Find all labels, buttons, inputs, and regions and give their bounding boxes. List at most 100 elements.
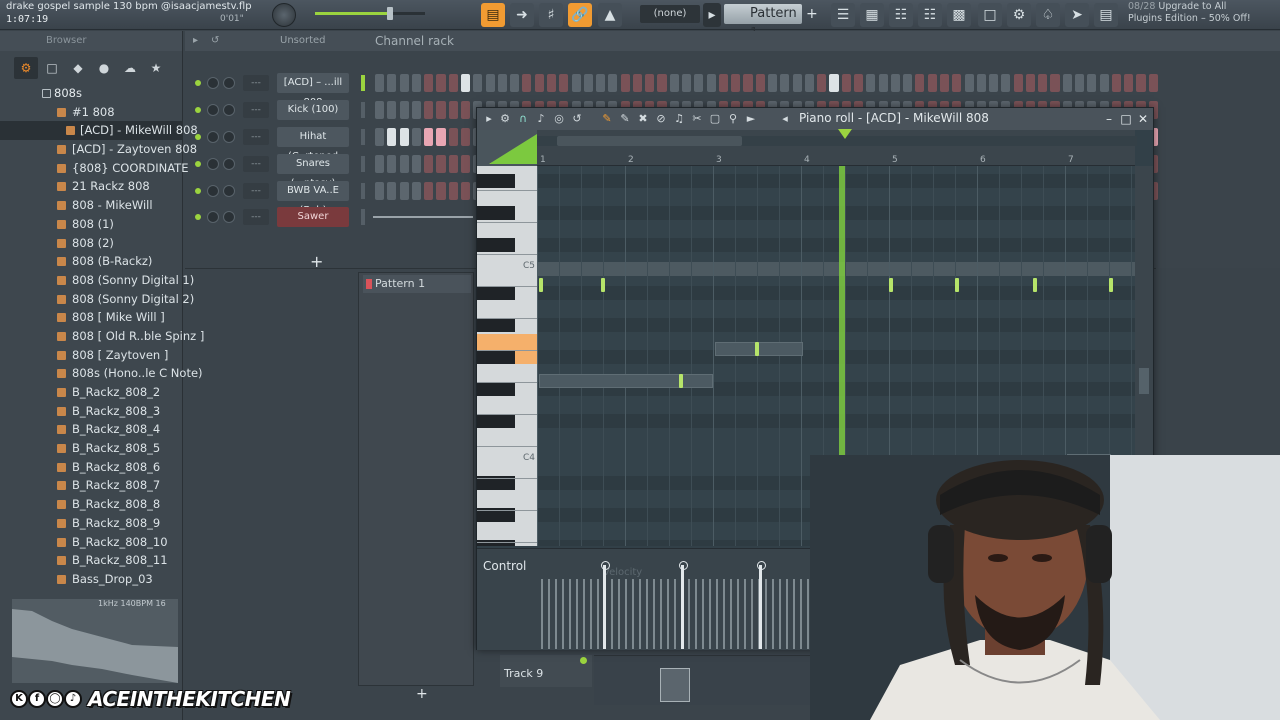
note-marker[interactable] <box>679 374 683 388</box>
step-button[interactable] <box>878 74 888 92</box>
step-button[interactable] <box>768 74 778 92</box>
browser-file[interactable]: Bass_Drop_03 <box>0 570 183 589</box>
step-button[interactable] <box>448 128 458 146</box>
piano-keyboard[interactable]: C5 C4 <box>477 166 537 546</box>
browser-cloud-icon[interactable]: ☁ <box>118 57 142 79</box>
velocity-bar[interactable] <box>541 579 543 649</box>
step-button[interactable] <box>1136 74 1146 92</box>
step-button[interactable] <box>534 74 544 92</box>
channel-select-indicator[interactable] <box>361 129 365 145</box>
velocity-bar[interactable] <box>660 579 662 649</box>
channel-name-button[interactable]: [ACD] – ...ill 808 <box>277 73 349 108</box>
step-button[interactable] <box>657 74 667 92</box>
browser-file[interactable]: B_Rackz_808_8 <box>0 495 183 514</box>
step-button[interactable] <box>375 74 385 92</box>
playhead-marker[interactable] <box>838 129 852 139</box>
note-marker[interactable] <box>889 278 893 292</box>
step-button[interactable] <box>399 155 409 173</box>
step-button[interactable] <box>915 74 925 92</box>
step-button[interactable] <box>522 74 532 92</box>
step-button[interactable] <box>1013 74 1023 92</box>
step-button[interactable] <box>927 74 937 92</box>
zoom-icon[interactable]: ⚲ <box>725 111 741 127</box>
step-button[interactable] <box>964 74 974 92</box>
velocity-bar[interactable] <box>562 579 564 649</box>
channel-select-indicator[interactable] <box>361 183 365 199</box>
step-button[interactable] <box>620 74 630 92</box>
channel-select-indicator[interactable] <box>361 75 365 91</box>
browser-file[interactable]: 808 [ Mike Will ] <box>0 308 183 327</box>
channel-mixer-track[interactable]: --- <box>243 183 269 199</box>
tuning-icon[interactable]: ♤ <box>1036 3 1060 27</box>
velocity-bar[interactable] <box>653 579 655 649</box>
channel-volume-knob[interactable] <box>223 185 235 197</box>
master-volume-knob[interactable] <box>272 3 296 27</box>
playlist-icon[interactable]: ☰ <box>831 3 855 27</box>
velocity-bar[interactable] <box>793 579 795 649</box>
velocity-bar[interactable] <box>772 579 774 649</box>
velocity-bar[interactable] <box>695 579 697 649</box>
step-button[interactable] <box>424 155 434 173</box>
channel-mute-led[interactable] <box>195 161 201 167</box>
step-button[interactable] <box>853 74 864 92</box>
step-button[interactable] <box>817 74 827 92</box>
step-button[interactable] <box>571 74 581 92</box>
velocity-handle[interactable] <box>601 561 610 649</box>
channel-volume-knob[interactable] <box>223 131 235 143</box>
record-icon[interactable]: ◎ <box>551 111 567 127</box>
step-button[interactable] <box>1038 74 1048 92</box>
step-button[interactable] <box>473 74 483 92</box>
step-button[interactable] <box>596 74 606 92</box>
channel-mute-led[interactable] <box>195 214 201 220</box>
step-button[interactable] <box>460 101 471 119</box>
browser-file[interactable]: B_Rackz_808_9 <box>0 514 183 533</box>
channel-volume-knob[interactable] <box>223 211 235 223</box>
black-key[interactable] <box>477 414 515 428</box>
close-icon[interactable]: ✕ <box>1135 110 1151 128</box>
browser-file[interactable]: 808 (B-Rackz) <box>0 252 183 271</box>
step-button[interactable] <box>583 74 593 92</box>
step-button[interactable] <box>448 182 458 200</box>
channel-volume-knob[interactable] <box>223 104 235 116</box>
speaker-icon[interactable]: ♫ <box>671 111 687 127</box>
step-button[interactable] <box>460 155 471 173</box>
step-button[interactable] <box>375 128 385 146</box>
velocity-bar[interactable] <box>730 579 732 649</box>
note-marker[interactable] <box>755 342 759 356</box>
step-button[interactable] <box>424 128 434 146</box>
note-icon[interactable]: ♪ <box>533 111 549 127</box>
step-button[interactable] <box>399 182 409 200</box>
step-button[interactable] <box>792 74 802 92</box>
shop-icon[interactable]: ▤ <box>1094 3 1118 27</box>
magnet-icon[interactable]: ∩ <box>515 111 531 127</box>
channel-volume-knob[interactable] <box>223 77 235 89</box>
step-button[interactable] <box>399 128 409 146</box>
step-button[interactable] <box>424 101 434 119</box>
browser-all-icon[interactable]: ⚙ <box>14 57 38 79</box>
note-marker[interactable] <box>955 278 959 292</box>
black-key[interactable] <box>477 318 515 332</box>
velocity-bar[interactable] <box>597 579 599 649</box>
channel-rack-icon[interactable]: ☷ <box>889 3 913 27</box>
rack-filter[interactable]: Unsorted <box>280 31 326 51</box>
step-button[interactable] <box>375 155 385 173</box>
channel-pan-knob[interactable] <box>207 185 219 197</box>
step-button[interactable] <box>989 74 999 92</box>
step-button[interactable] <box>448 155 458 173</box>
step-button[interactable] <box>682 74 692 92</box>
channel-pan-knob[interactable] <box>207 211 219 223</box>
step-button[interactable] <box>866 74 876 92</box>
step-button[interactable] <box>424 182 434 200</box>
velocity-bar[interactable] <box>632 579 634 649</box>
step-button[interactable] <box>387 155 397 173</box>
velocity-bar[interactable] <box>744 579 746 649</box>
step-button[interactable] <box>460 128 471 146</box>
piano-roll-timeline[interactable]: 1 2 3 4 5 6 7 <box>537 130 1137 166</box>
velocity-bar[interactable] <box>555 579 557 649</box>
minimize-icon[interactable]: – <box>1101 110 1117 128</box>
master-pitch-thumb[interactable] <box>386 7 393 20</box>
browser-file[interactable]: B_Rackz_808_4 <box>0 420 183 439</box>
step-button[interactable] <box>608 74 618 92</box>
step-button[interactable] <box>460 74 471 92</box>
step-button[interactable] <box>436 74 446 92</box>
